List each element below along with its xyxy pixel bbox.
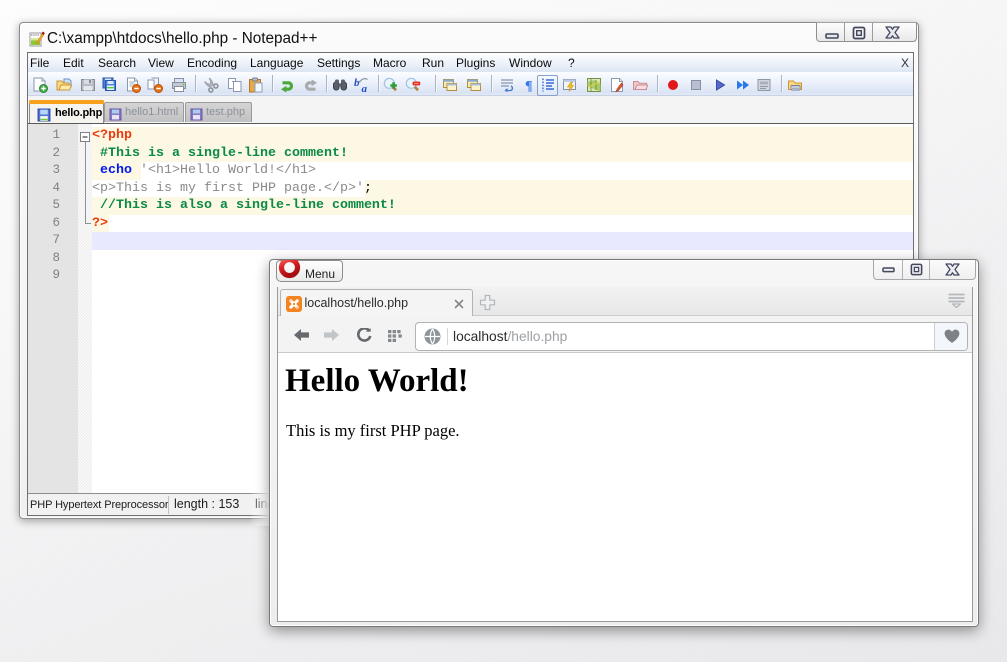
svg-text:a: a — [361, 83, 367, 93]
svg-text:b: b — [354, 77, 360, 89]
svg-text:¶: ¶ — [525, 79, 533, 93]
